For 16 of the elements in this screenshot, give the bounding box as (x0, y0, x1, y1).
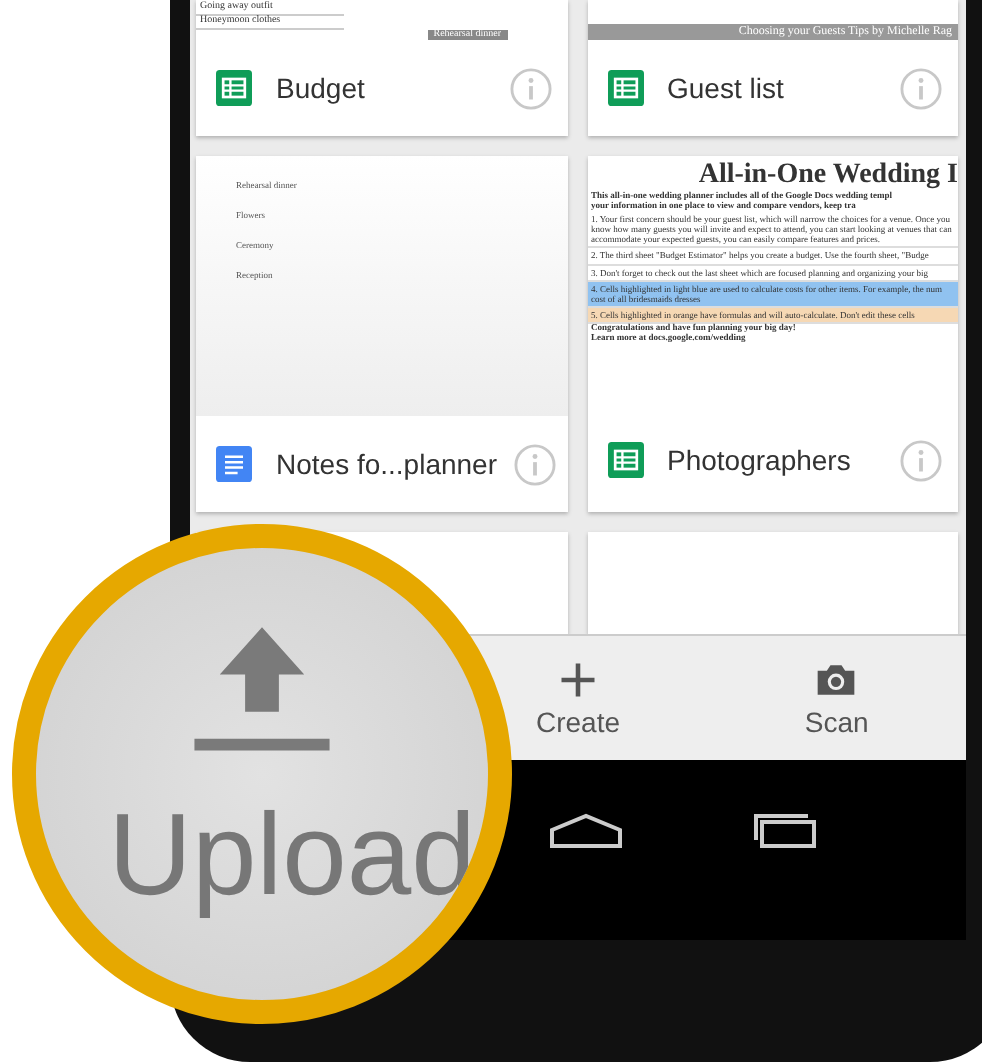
file-title: Photographers (667, 444, 853, 476)
info-icon[interactable] (509, 67, 551, 109)
action-button[interactable]: Scan (707, 636, 966, 760)
spreadsheet-icon (216, 70, 252, 106)
file-card[interactable] (587, 156, 958, 512)
info-icon[interactable] (900, 439, 942, 481)
spreadsheet-icon (607, 70, 643, 106)
file-title: Notes fo...planner (276, 448, 498, 480)
info-icon[interactable] (513, 443, 556, 485)
home-icon[interactable] (546, 810, 626, 850)
file-title: Budget (276, 72, 367, 104)
file-title: Guest list (667, 72, 786, 104)
spreadsheet-icon (607, 442, 643, 478)
info-icon[interactable] (900, 67, 942, 109)
document-icon (216, 446, 252, 482)
preview-text: All-in-One Wedding I (696, 158, 958, 191)
